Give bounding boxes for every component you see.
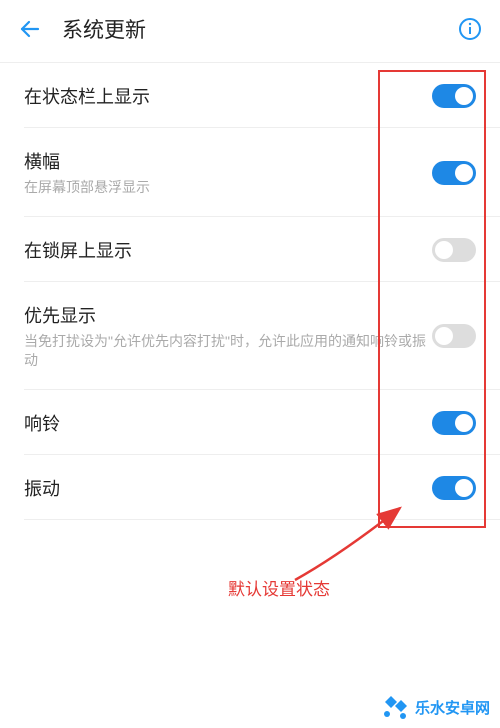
toggle-banner[interactable]	[432, 161, 476, 185]
setting-row-ring: 响铃	[0, 390, 500, 454]
annotation-label: 默认设置状态	[228, 575, 330, 600]
setting-row-statusbar: 在状态栏上显示	[0, 63, 500, 127]
setting-row-banner: 横幅 在屏幕顶部悬浮显示	[0, 128, 500, 216]
toggle-vibrate[interactable]	[432, 476, 476, 500]
setting-text: 响铃	[24, 410, 432, 436]
setting-text: 横幅 在屏幕顶部悬浮显示	[24, 148, 432, 198]
setting-subtitle: 在屏幕顶部悬浮显示	[24, 178, 432, 198]
info-icon[interactable]	[458, 17, 482, 41]
toggle-ring[interactable]	[432, 411, 476, 435]
toggle-lockscreen[interactable]	[432, 238, 476, 262]
watermark-logo-icon	[381, 694, 411, 720]
divider	[24, 519, 500, 520]
setting-row-priority: 优先显示 当免打扰设为"允许优先内容打扰"时，允许此应用的通知响铃或振动	[0, 282, 500, 389]
setting-title: 横幅	[24, 148, 432, 174]
setting-title: 振动	[24, 475, 432, 501]
watermark: 乐水安卓网	[381, 694, 490, 720]
toggle-statusbar[interactable]	[432, 84, 476, 108]
setting-subtitle: 当免打扰设为"允许优先内容打扰"时，允许此应用的通知响铃或振动	[24, 332, 432, 371]
setting-text: 在状态栏上显示	[24, 83, 432, 109]
setting-row-vibrate: 振动	[0, 455, 500, 519]
header: 系统更新	[0, 0, 500, 58]
setting-text: 振动	[24, 475, 432, 501]
setting-text: 在锁屏上显示	[24, 237, 432, 263]
setting-text: 优先显示 当免打扰设为"允许优先内容打扰"时，允许此应用的通知响铃或振动	[24, 302, 432, 371]
page-title: 系统更新	[62, 14, 146, 44]
toggle-priority[interactable]	[432, 324, 476, 348]
setting-row-lockscreen: 在锁屏上显示	[0, 217, 500, 281]
settings-list: 在状态栏上显示 横幅 在屏幕顶部悬浮显示 在锁屏上显示 优先显示 当免打扰设为"…	[0, 63, 500, 520]
setting-title: 优先显示	[24, 302, 432, 328]
setting-title: 在锁屏上显示	[24, 237, 432, 263]
setting-title: 响铃	[24, 410, 432, 436]
watermark-text: 乐水安卓网	[415, 697, 490, 718]
setting-title: 在状态栏上显示	[24, 83, 432, 109]
back-arrow-icon[interactable]	[18, 17, 42, 41]
